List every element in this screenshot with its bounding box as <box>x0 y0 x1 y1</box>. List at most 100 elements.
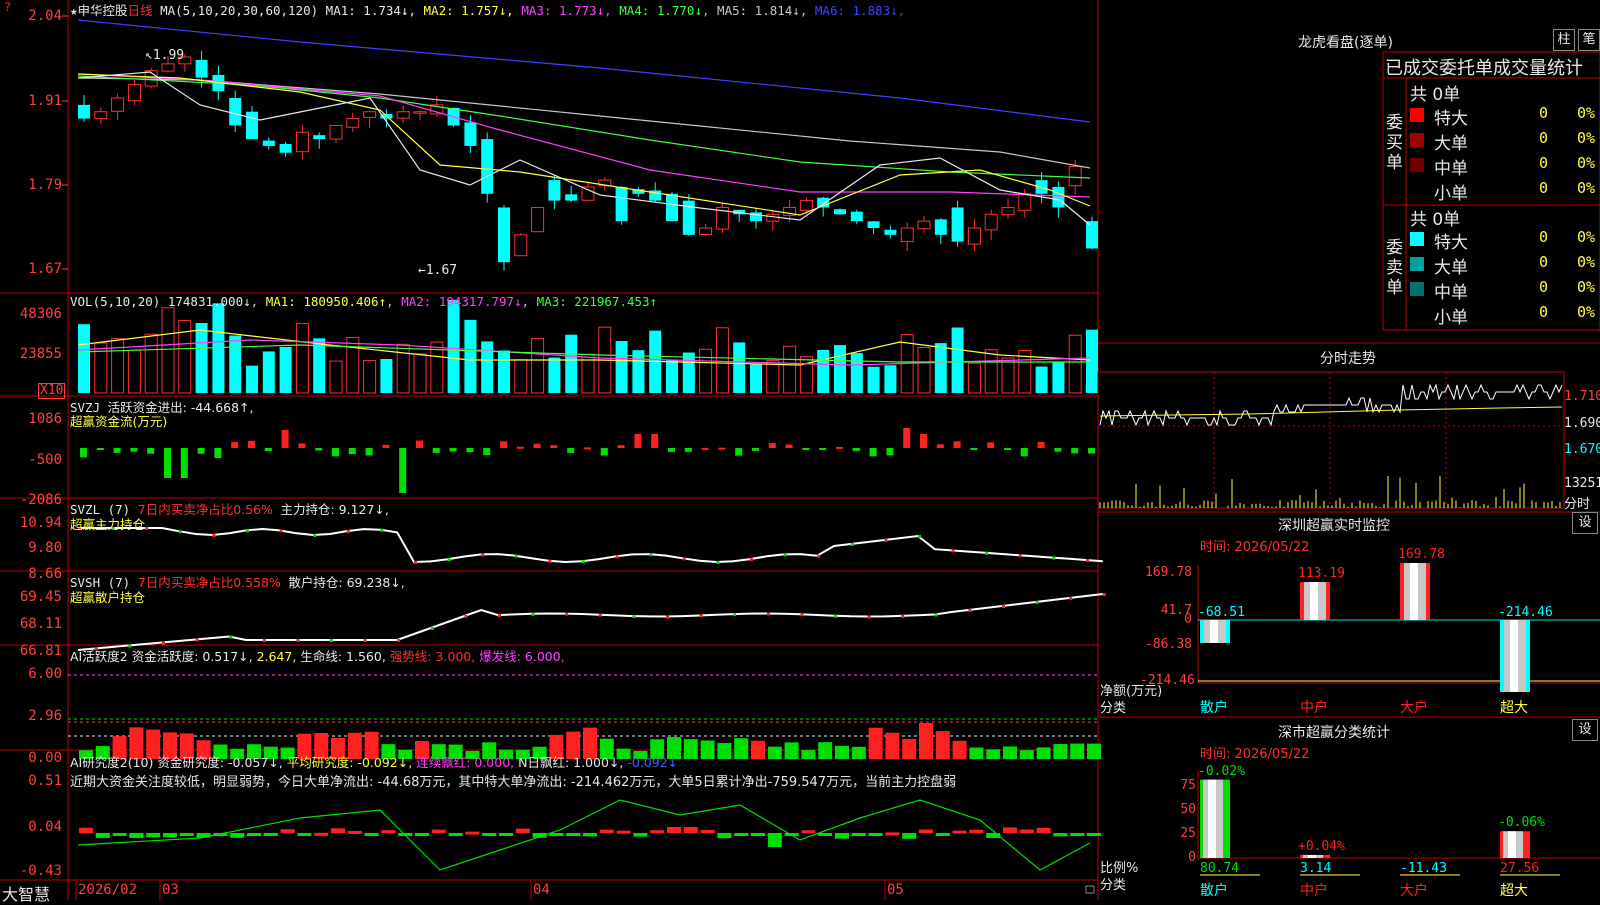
holding-dot <box>279 529 283 533</box>
candle-body <box>279 143 292 153</box>
research-bar <box>163 833 177 838</box>
buy-row-pct: 0% <box>1577 179 1596 197</box>
buy-row-swatch <box>1410 158 1424 172</box>
low-mark-label: ←1.67 <box>418 263 457 278</box>
research-bar <box>247 833 261 836</box>
candle-body <box>967 227 981 245</box>
candle-body <box>799 200 813 211</box>
fund-flow-bar <box>449 448 457 452</box>
holding-dot <box>380 528 384 532</box>
research-bar <box>1070 833 1085 836</box>
research-bar <box>331 828 345 833</box>
research-bar <box>347 830 362 834</box>
holding-dot <box>867 615 871 619</box>
monitor-axis-label: -86.38 <box>1145 637 1192 652</box>
holding-dot <box>750 558 753 562</box>
volume-bar <box>127 349 141 394</box>
order-stats-tabs[interactable]: 已成交委托单成交量统计 <box>1385 54 1583 80</box>
holding-dot <box>430 627 434 630</box>
research-bar <box>868 833 883 836</box>
fund-flow-bar <box>1037 441 1045 448</box>
fund-flow-bar <box>819 448 827 450</box>
activity-bar <box>835 745 849 759</box>
holding-dot <box>145 527 149 530</box>
sz-class-settings-button[interactable]: 设 <box>1572 719 1598 741</box>
fund-flow-bar <box>617 445 625 448</box>
activity-bar <box>700 740 715 759</box>
volume-bar <box>1035 366 1048 393</box>
intraday-unit-label: 分时 <box>1564 497 1591 512</box>
ma-value-3: MA3: 1.773↓, <box>521 3 620 18</box>
class-bar <box>1300 854 1330 858</box>
activity-bar <box>801 750 816 759</box>
holding-dot <box>766 612 770 616</box>
fund-flow-bar <box>348 448 356 455</box>
volume-bar <box>346 337 360 394</box>
sell-row-swatch <box>1410 257 1424 271</box>
monitor-category-label: 散户 <box>1200 700 1228 716</box>
intraday-volume-label: 13251 <box>1564 476 1600 491</box>
sell-row-label: 特大 <box>1434 233 1468 253</box>
activity-bar <box>935 731 950 759</box>
fund-flow-bar <box>869 448 877 457</box>
date-label: 03 <box>162 882 179 898</box>
monitor-bar <box>1300 581 1330 620</box>
candle-body <box>78 104 90 119</box>
volume-bar <box>295 322 309 394</box>
sz-class-title: 深市超赢分类统计 <box>1278 725 1390 741</box>
bar-mode-button[interactable]: 柱 <box>1553 29 1575 51</box>
ma4-line <box>77 75 1091 179</box>
buy-row-swatch <box>1410 108 1424 122</box>
holding-dot <box>1002 605 1005 608</box>
buy-row-label: 小单 <box>1434 184 1468 204</box>
ma-value-2: MA2: 1.757↓, <box>423 3 522 18</box>
fund-flow-bar <box>600 448 608 456</box>
holding-dot <box>195 638 199 642</box>
favorite-star-icon[interactable]: ★ <box>70 3 78 18</box>
fund-flow-bar <box>264 448 272 452</box>
volume-bar <box>699 348 713 394</box>
volume-bar <box>934 343 947 393</box>
period-label[interactable]: 日线 <box>128 3 153 18</box>
activity-bar <box>717 743 732 759</box>
fund-flow-bar <box>651 434 659 448</box>
volume-bar <box>850 353 863 393</box>
fund-flow-bar <box>836 446 843 449</box>
ma-values: MA1: 1.734↓, MA2: 1.757↓, MA3: 1.773↓, M… <box>326 3 906 18</box>
holding-dot <box>598 613 602 617</box>
research-bar <box>717 833 732 839</box>
holding-dot <box>514 554 518 558</box>
sell-row-count: 0 <box>1539 303 1549 321</box>
main-holding-line <box>78 527 1103 564</box>
candle-body <box>363 111 377 118</box>
buy-row-count: 0 <box>1539 129 1549 147</box>
svsh-ratio: 7日内买卖净占比0.558% <box>137 575 281 590</box>
tick-mode-button[interactable]: 笔 <box>1578 29 1600 51</box>
research-bar <box>700 829 715 833</box>
research-bar <box>1036 827 1051 833</box>
sell-row-swatch <box>1410 282 1424 296</box>
holding-dot <box>850 543 854 546</box>
research-bar <box>885 832 900 836</box>
holding-dot <box>918 535 921 538</box>
holding-dot <box>951 549 955 553</box>
buy-row-label: 中单 <box>1434 159 1468 179</box>
research-bar <box>112 833 127 836</box>
holding-dot <box>783 553 787 557</box>
candle-body <box>1052 186 1065 208</box>
volume-bar <box>94 342 108 394</box>
candle-body <box>548 180 561 201</box>
holding-dot <box>296 639 300 642</box>
intraday-title[interactable]: 分时走势 <box>1320 348 1376 368</box>
candle-body <box>884 229 897 235</box>
volume-title: VOL(5,10,20) <box>70 294 161 309</box>
research-bar <box>448 833 463 836</box>
volume-bar <box>279 346 292 393</box>
monitor-axis-label: 169.78 <box>1145 565 1192 580</box>
intraday-axis-label: 1.690 <box>1564 416 1600 431</box>
holding-dot <box>481 553 485 557</box>
class-axis-label: 0 <box>1188 850 1196 865</box>
holding-dot <box>330 639 333 642</box>
sz-monitor-settings-button[interactable]: 设 <box>1572 512 1598 534</box>
research-bar <box>902 833 917 839</box>
